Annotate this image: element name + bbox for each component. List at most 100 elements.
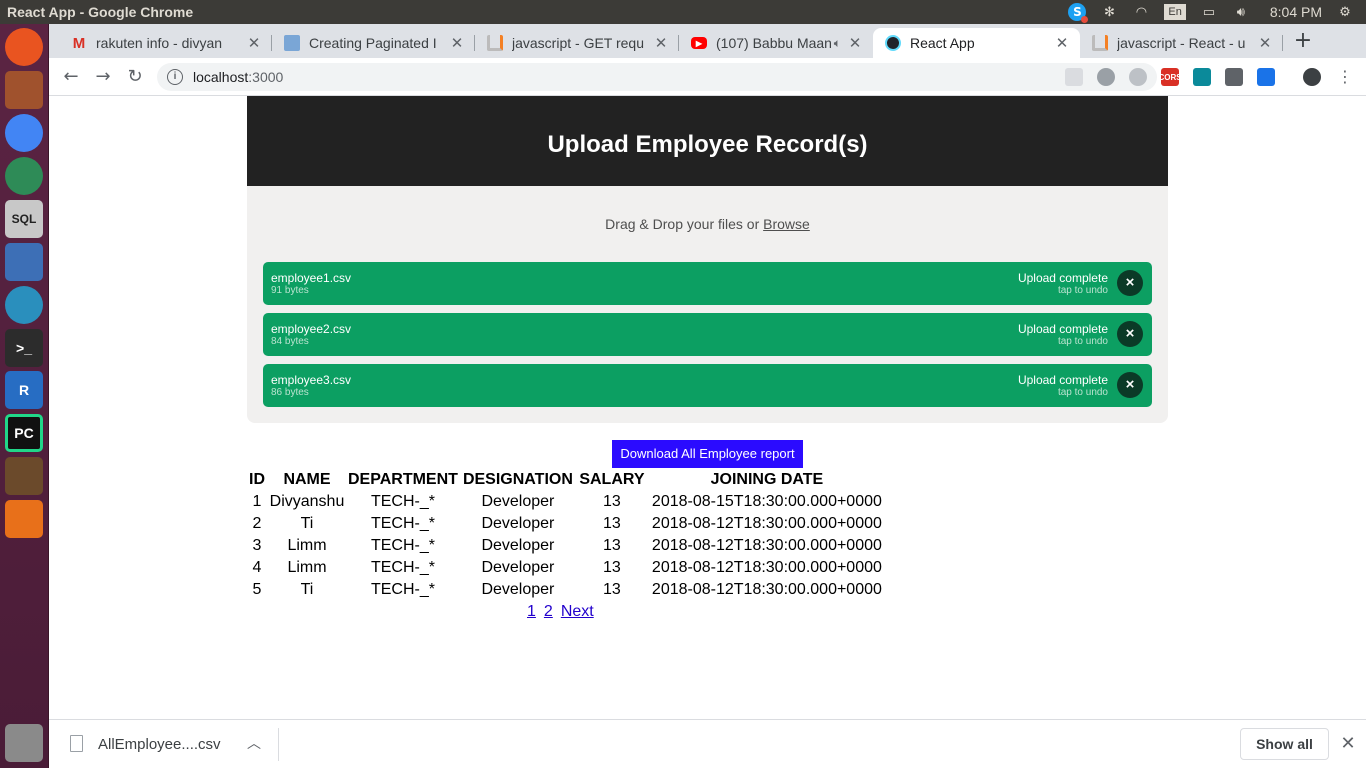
keyboard-layout-indicator[interactable]: En	[1164, 4, 1186, 20]
tap-to-undo-hint[interactable]: tap to undo	[1058, 285, 1108, 296]
browser-toolbar: ← → ↻ i localhost:3000 ☆ CORS ⋮	[49, 58, 1366, 96]
page-link-1[interactable]: 1	[527, 603, 536, 620]
wifi-icon[interactable]: ◠	[1132, 4, 1150, 20]
url-port: :3000	[248, 69, 284, 85]
reader-ext-icon[interactable]	[1257, 68, 1275, 86]
atom-icon[interactable]	[5, 157, 43, 195]
table-cell: 2018-08-15T18:30:00.000+0000	[651, 493, 882, 510]
disc-ext-icon[interactable]	[1129, 68, 1147, 86]
forward-arrow-icon[interactable]: →	[91, 65, 115, 89]
table-body: 1 Divyanshu TECH-_* Developer 13 2018-08-15T1…	[247, 491, 887, 601]
site-info-icon[interactable]: i	[167, 69, 183, 85]
tools-icon[interactable]	[5, 500, 43, 538]
wave-ext-icon[interactable]	[1193, 68, 1211, 86]
uploaded-file-item: employee2.csv 84 bytes Upload complete tap …	[263, 313, 1152, 356]
battery-icon[interactable]: ▭	[1200, 4, 1218, 20]
tab-3[interactable]: javascript - GET requ ✕	[475, 28, 679, 58]
table-row: 3 Limm TECH-_* Developer 13 2018-08-12T18:30:…	[247, 535, 887, 557]
sync-icon[interactable]: ✻	[1100, 4, 1118, 20]
system-tray: S ✻ ◠ En ▭ 🔊︎ 8:04 PM ⚙	[1068, 0, 1366, 24]
window-title: React App - Google Chrome	[7, 4, 194, 20]
file-manager-icon[interactable]	[5, 71, 43, 109]
table-cell: TECH-_*	[370, 493, 435, 510]
tab-audio-icon[interactable]: 🔈︎	[834, 36, 841, 51]
url-text[interactable]: localhost:3000	[193, 69, 283, 85]
tab-2[interactable]: Creating Paginated I ✕	[272, 28, 475, 58]
ide-icon[interactable]	[5, 457, 43, 495]
tap-to-undo-hint[interactable]: tap to undo	[1058, 387, 1108, 398]
tap-to-undo-hint[interactable]: tap to undo	[1058, 336, 1108, 347]
table-row: 5 Ti TECH-_* Developer 13 2018-08-12T18:30:00…	[247, 579, 887, 601]
tab-close-icon[interactable]: ✕	[246, 34, 262, 52]
record-ext-icon[interactable]	[1097, 68, 1115, 86]
tab-label: javascript - GET requ	[512, 35, 645, 51]
new-tab-button[interactable]: +	[1291, 30, 1315, 54]
chrome-icon[interactable]	[5, 114, 43, 152]
clip-ext-icon[interactable]	[1225, 68, 1243, 86]
browser-icon[interactable]	[5, 286, 43, 324]
table-cell: TECH-_*	[370, 537, 435, 554]
show-all-button[interactable]: Show all	[1240, 728, 1329, 760]
power-gear-icon[interactable]: ⚙	[1336, 4, 1354, 20]
page-link-2[interactable]: 2	[544, 603, 553, 620]
cors-ext-icon[interactable]: CORS	[1158, 68, 1182, 86]
tab-1[interactable]: Mrakuten info - divyan ✕	[59, 28, 272, 58]
volume-icon[interactable]: 🔊︎	[1232, 4, 1250, 20]
menu-kebab-icon[interactable]: ⋮	[1333, 65, 1357, 89]
pagination: 1 2 Next	[527, 603, 602, 621]
pycharm-icon[interactable]: PC	[5, 414, 43, 452]
table-row: 1 Divyanshu TECH-_* Developer 13 2018-08-15T1…	[247, 491, 887, 513]
close-icon[interactable]: ✕	[1339, 733, 1357, 754]
tab-6[interactable]: javascript - React - u ✕	[1080, 28, 1283, 58]
ubuntu-dash-icon[interactable]	[5, 28, 43, 66]
page-header: Upload Employee Record(s)	[247, 96, 1168, 186]
profile-avatar[interactable]	[1303, 68, 1321, 86]
tab-label: javascript - React - u	[1117, 35, 1246, 51]
page-viewport: Upload Employee Record(s) Drag & Drop yo…	[49, 96, 1366, 719]
file-dropzone[interactable]: Drag & Drop your files or Browse employe…	[247, 186, 1168, 423]
table-cell: TECH-_*	[370, 559, 435, 576]
tab-close-icon[interactable]: ✕	[847, 34, 863, 52]
table-cell: 4	[252, 559, 262, 576]
column-header: DESIGNATION	[462, 471, 573, 488]
upload-status: Upload complete	[1017, 373, 1108, 387]
clock[interactable]: 8:04 PM	[1264, 4, 1322, 20]
tab-close-icon[interactable]: ✕	[1257, 34, 1273, 52]
browse-link[interactable]: Browse	[763, 216, 810, 232]
table-cell: 13	[603, 493, 621, 510]
address-bar[interactable]: i localhost:3000 ☆	[157, 63, 1157, 91]
trash-icon[interactable]	[5, 724, 43, 762]
tab-close-icon[interactable]: ✕	[449, 34, 465, 52]
next-page-link[interactable]: Next	[561, 603, 594, 620]
tab-close-icon[interactable]: ✕	[1054, 34, 1070, 52]
table-cell: 2018-08-12T18:30:00.000+0000	[651, 537, 882, 554]
table-cell: Limm	[287, 559, 327, 576]
sql-icon[interactable]: SQL	[5, 200, 43, 238]
r-icon[interactable]: R	[5, 371, 43, 409]
tab-4[interactable]: ▶ (107) Babbu Maan 🔈︎ ✕	[679, 28, 873, 58]
file-name: employee1.csv	[271, 271, 352, 285]
skype-icon[interactable]: S	[1068, 3, 1089, 23]
employee-table: ID NAME DEPARTMENT DESIGNATION SALARY JOINING…	[247, 469, 887, 601]
download-all-report-button[interactable]: Download All Employee report	[612, 440, 803, 468]
remove-file-icon[interactable]: ×	[1117, 321, 1143, 347]
tab-label: React App	[910, 35, 975, 51]
remove-file-icon[interactable]: ×	[1117, 270, 1143, 296]
table-cell: 13	[603, 515, 621, 532]
tab-5[interactable]: React App ✕	[873, 28, 1080, 58]
table-cell: 2018-08-12T18:30:00.000+0000	[651, 581, 882, 598]
downloaded-file-name[interactable]: AllEmployee....csv	[98, 736, 221, 753]
remove-file-icon[interactable]: ×	[1117, 372, 1143, 398]
table-row: 4 Limm TECH-_* Developer 13 2018-08-12T18:30:…	[247, 557, 887, 579]
table-cell: 2018-08-12T18:30:00.000+0000	[651, 515, 882, 532]
bookmark-ext-icon[interactable]	[1065, 68, 1083, 86]
shutter-icon[interactable]	[5, 243, 43, 281]
tab-close-icon[interactable]: ✕	[653, 34, 669, 52]
reload-icon[interactable]: ↻	[123, 65, 147, 89]
back-arrow-icon[interactable]: ←	[59, 65, 83, 89]
terminal-icon[interactable]: >_	[5, 329, 43, 367]
file-name: employee2.csv	[271, 322, 352, 336]
chevron-up-icon[interactable]: ︿	[247, 733, 261, 753]
youtube-icon: ▶	[691, 37, 707, 49]
table-cell: 13	[603, 537, 621, 554]
